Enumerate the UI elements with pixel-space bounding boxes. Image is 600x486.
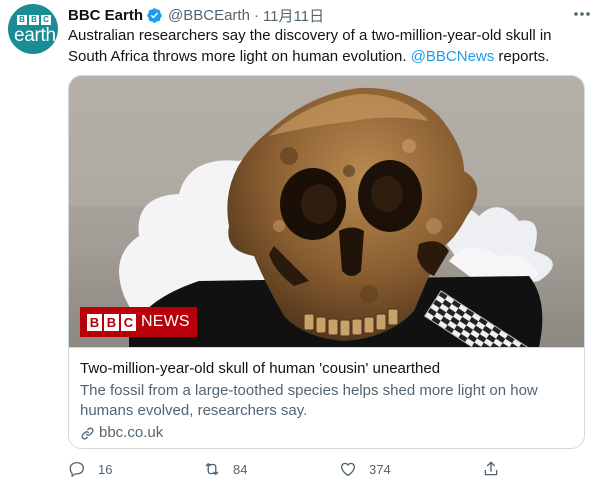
retweet-count: 84 (233, 461, 248, 477)
card-domain-text: bbc.co.uk (99, 424, 164, 441)
bbc-logo-block: B (104, 313, 119, 331)
bbc-news-logo: B B C NEWS (80, 307, 197, 337)
card-title: Two-million-year-old skull of human 'cou… (80, 360, 441, 377)
verified-badge-icon (147, 7, 162, 23)
link-icon (81, 427, 94, 439)
bbc-news-word: NEWS (141, 313, 190, 330)
tweet-header: BBC Earth @BBCEarth · 11月11日 (68, 4, 324, 26)
avatar-logo-word: earth (14, 25, 56, 46)
share-button[interactable] (482, 458, 500, 480)
avatar-logo-block: C (41, 15, 51, 25)
tweet[interactable]: B B C earth BBC Earth @BBCEarth · 11月11日… (0, 0, 600, 486)
reply-button[interactable]: 16 (68, 458, 112, 480)
mention-link[interactable]: @BBCNews (411, 48, 495, 65)
tweet-text: Australian researchers say the discovery… (68, 25, 573, 67)
reply-count: 16 (98, 461, 113, 477)
avatar-logo-blocks: B B C (17, 15, 51, 25)
bbc-logo-block: C (121, 313, 136, 331)
retweet-icon (205, 463, 219, 475)
like-button[interactable]: 374 (339, 458, 391, 480)
share-icon (484, 461, 498, 476)
bbc-logo-block: B (87, 313, 102, 331)
avatar-logo-block: B (17, 15, 27, 25)
avatar[interactable]: B B C earth (8, 4, 58, 54)
retweet-button[interactable]: 84 (203, 458, 247, 480)
avatar-logo-block: B (29, 15, 39, 25)
tweet-date[interactable]: 11月11日 (263, 5, 324, 26)
card-body[interactable]: Two-million-year-old skull of human 'cou… (69, 347, 584, 448)
tweet-text-tail: reports. (494, 48, 550, 65)
card-description: The fossil from a large-toothed species … (80, 382, 538, 419)
separator-dot: · (253, 6, 259, 24)
heart-icon (340, 462, 356, 477)
author-name[interactable]: BBC Earth (68, 7, 143, 24)
author-handle[interactable]: @BBCEarth (168, 7, 250, 24)
more-options-icon[interactable] (572, 6, 592, 22)
link-card[interactable]: B B C NEWS Two-million-year-old skull of… (68, 75, 585, 449)
card-domain: bbc.co.uk (80, 423, 163, 443)
like-count: 374 (369, 461, 391, 477)
tweet-actions: 16 84 374 (64, 458, 504, 480)
reply-icon (69, 461, 85, 477)
